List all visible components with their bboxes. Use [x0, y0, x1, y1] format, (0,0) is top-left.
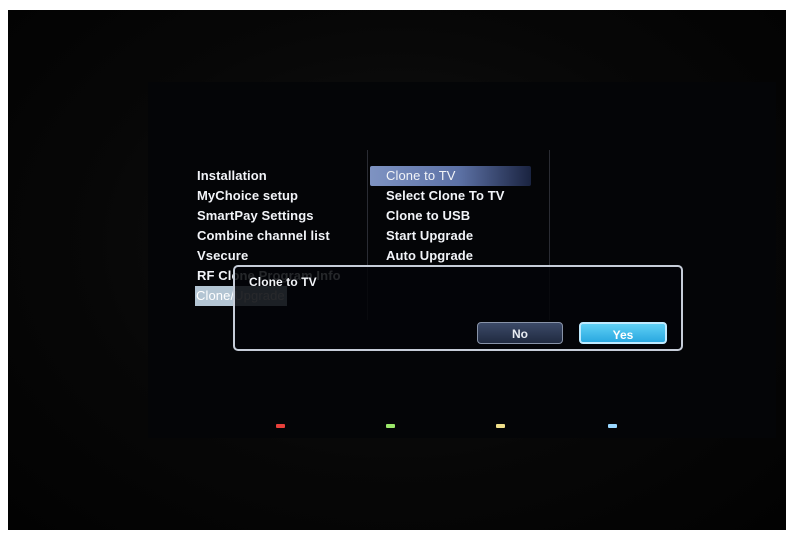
submenu-item-select-clone-to-tv[interactable]: Select Clone To TV [370, 186, 550, 206]
menu-item-label: Installation [197, 168, 267, 183]
yes-button[interactable]: Yes [579, 322, 667, 344]
clone-upgrade-submenu: Clone to TV Select Clone To TV Clone to … [370, 166, 550, 266]
submenu-item-label: Auto Upgrade [386, 248, 474, 263]
confirm-dialog: Clone to TV No Yes [233, 265, 683, 351]
menu-item-label: Vsecure [197, 248, 249, 263]
submenu-item-label: Clone to TV [386, 168, 456, 183]
menu-item-vsecure[interactable]: Vsecure [197, 246, 367, 266]
menu-item-mychoice-setup[interactable]: MyChoice setup [197, 186, 367, 206]
menu-item-label: Combine channel list [197, 228, 330, 243]
photo-frame: Installation MyChoice setup SmartPay Set… [0, 0, 792, 538]
submenu-item-clone-to-tv[interactable]: Clone to TV [370, 166, 531, 186]
submenu-item-label: Start Upgrade [386, 228, 474, 243]
yellow-key-indicator [496, 424, 505, 428]
menu-item-label: SmartPay Settings [197, 208, 314, 223]
submenu-item-start-upgrade[interactable]: Start Upgrade [370, 226, 550, 246]
menu-item-label: MyChoice setup [197, 188, 299, 203]
menu-item-installation[interactable]: Installation [197, 166, 367, 186]
red-key-indicator [276, 424, 285, 428]
dialog-title: Clone to TV [249, 275, 317, 289]
menu-item-smartpay-settings[interactable]: SmartPay Settings [197, 206, 367, 226]
blue-key-indicator [608, 424, 617, 428]
no-button[interactable]: No [477, 322, 563, 344]
submenu-item-clone-to-usb[interactable]: Clone to USB [370, 206, 550, 226]
submenu-item-label: Clone to USB [386, 208, 471, 223]
submenu-item-auto-upgrade[interactable]: Auto Upgrade [370, 246, 550, 266]
green-key-indicator [386, 424, 395, 428]
menu-item-combine-channel-list[interactable]: Combine channel list [197, 226, 367, 246]
submenu-item-label: Select Clone To TV [386, 188, 505, 203]
